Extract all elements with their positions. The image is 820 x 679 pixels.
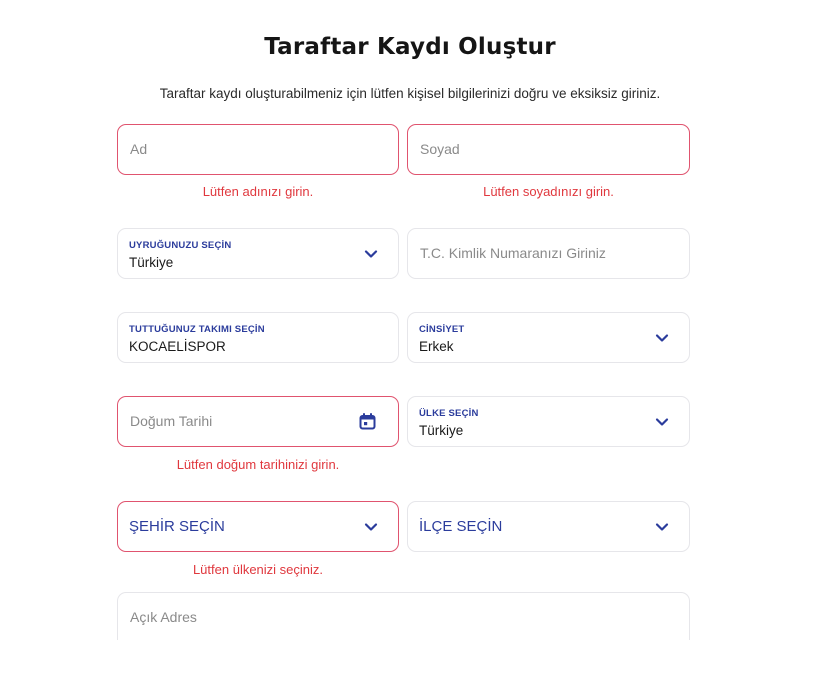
birth-date-error: Lütfen doğum tarihinizi girin. (176, 457, 340, 472)
chevron-down-icon[interactable] (655, 331, 669, 345)
team-label: TUTTUĞUNUZ TAKIMI SEÇİN (129, 324, 265, 335)
team-value: KOCAELİSPOR (129, 339, 226, 354)
gender-value: Erkek (419, 339, 454, 354)
registration-page: Taraftar Kaydı Oluştur Taraftar kaydı ol… (0, 0, 820, 679)
birth-date-placeholder: Doğum Tarihi (130, 413, 213, 429)
first-name-error: Lütfen adınızı girin. (202, 184, 314, 199)
country-value: Türkiye (419, 423, 464, 438)
chevron-down-icon[interactable] (655, 520, 669, 534)
country-select[interactable]: ÜLKE SEÇİN Türkiye (407, 396, 690, 447)
last-name-placeholder: Soyad (420, 141, 460, 157)
gender-label: CİNSİYET (419, 324, 465, 335)
address-field[interactable]: Açık Adres (117, 592, 690, 640)
birth-date-field[interactable]: Doğum Tarihi (117, 396, 399, 447)
calendar-icon[interactable] (359, 413, 376, 430)
gender-select[interactable]: CİNSİYET Erkek (407, 312, 690, 363)
page-subtitle: Taraftar kaydı oluşturabilmeniz için lüt… (159, 86, 661, 101)
nationality-value: Türkiye (129, 255, 174, 270)
chevron-down-icon[interactable] (655, 415, 669, 429)
team-select[interactable]: TUTTUĞUNUZ TAKIMI SEÇİN KOCAELİSPOR (117, 312, 399, 363)
nationality-select[interactable]: UYRUĞUNUZU SEÇİN Türkiye (117, 228, 399, 279)
chevron-down-icon[interactable] (364, 247, 378, 261)
first-name-field[interactable]: Ad (117, 124, 399, 175)
first-name-placeholder: Ad (130, 141, 148, 157)
address-placeholder: Açık Adres (130, 609, 197, 625)
last-name-error: Lütfen soyadınızı girin. (483, 184, 614, 199)
city-select[interactable]: ŞEHİR SEÇİN (117, 501, 399, 552)
chevron-down-icon[interactable] (364, 520, 378, 534)
page-title: Taraftar Kaydı Oluştur (264, 34, 556, 60)
city-error: Lütfen ülkenizi seçiniz. (192, 562, 324, 577)
tc-id-field[interactable]: T.C. Kimlik Numaranızı Giriniz (407, 228, 690, 279)
tc-id-placeholder: T.C. Kimlik Numaranızı Giriniz (420, 245, 606, 261)
district-select[interactable]: İLÇE SEÇİN (407, 501, 690, 552)
city-value: ŞEHİR SEÇİN (129, 518, 225, 535)
last-name-field[interactable]: Soyad (407, 124, 690, 175)
district-value: İLÇE SEÇİN (419, 518, 503, 535)
country-label: ÜLKE SEÇİN (419, 408, 479, 419)
nationality-label: UYRUĞUNUZU SEÇİN (129, 240, 232, 251)
